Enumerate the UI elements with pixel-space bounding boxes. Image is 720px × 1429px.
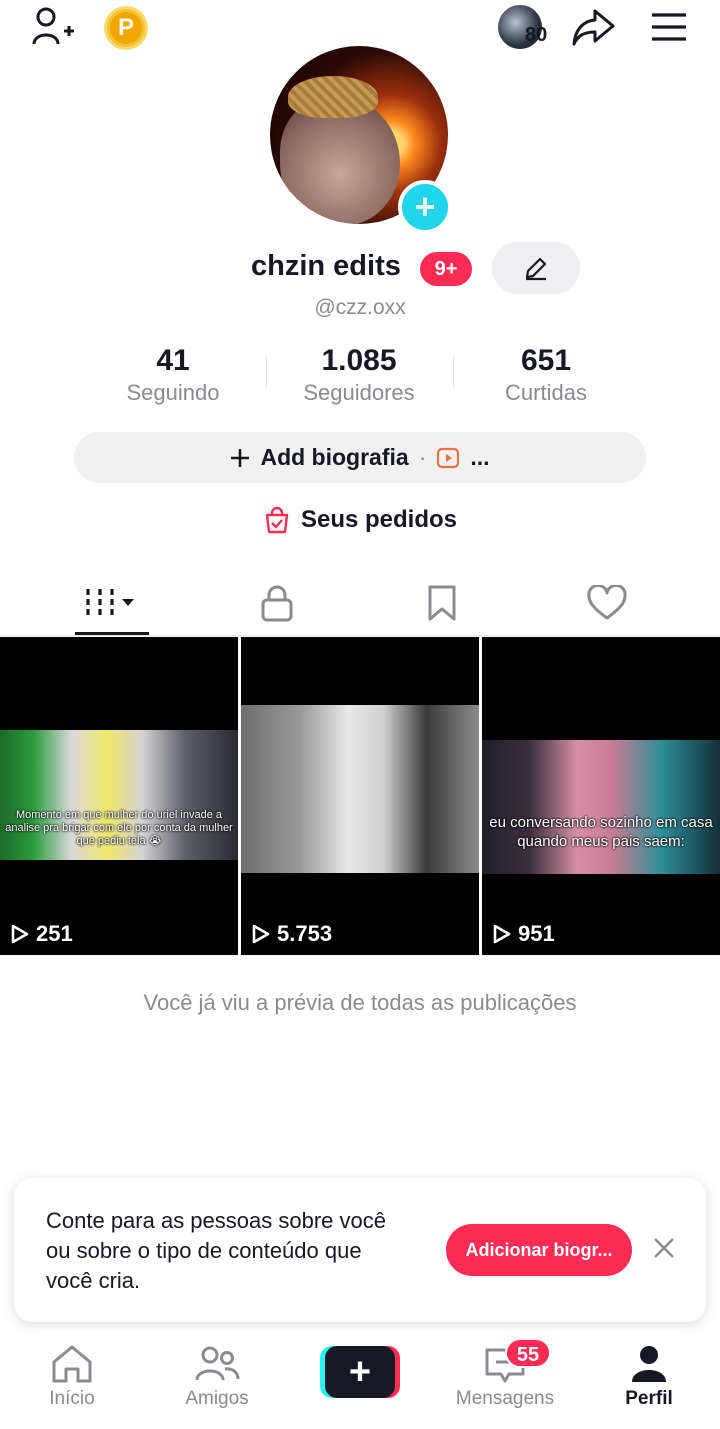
bio-suggestion-toast: Conte para as pessoas sobre você ou sobr… [14, 1178, 706, 1322]
profile-handle: @czz.oxx [314, 296, 406, 319]
play-icon [11, 924, 29, 944]
nav-label: Início [49, 1388, 95, 1409]
view-count: 251 [10, 921, 73, 947]
stat-value: 1.085 [321, 344, 397, 377]
close-icon[interactable] [650, 1234, 678, 1262]
orders-label: Seus pedidos [300, 506, 458, 533]
stat-label: Curtidas [505, 380, 587, 405]
friends-icon [195, 1346, 240, 1381]
video-thumbnail[interactable]: 5.753 [241, 637, 479, 955]
video-caption: eu conversando sozinho em casa quando me… [489, 814, 713, 850]
profile-icon [632, 1346, 666, 1382]
content-tabs [0, 570, 720, 636]
stat-label: Seguidores [303, 380, 415, 405]
tab-liked[interactable] [547, 570, 667, 636]
video-icon [437, 447, 460, 468]
create-button[interactable]: + [320, 1346, 400, 1398]
add-bio-toast-button[interactable]: Adicionar biogr... [446, 1224, 632, 1276]
nav-label: Mensagens [455, 1388, 555, 1409]
video-frame [241, 705, 479, 873]
stat-value: 41 [156, 344, 190, 377]
stat-followers[interactable]: 1.085 Seguidores [269, 344, 449, 406]
nav-home[interactable]: Início [12, 1344, 132, 1410]
stat-divider [453, 356, 454, 388]
add-friend-icon[interactable] [30, 6, 76, 46]
nav-friends[interactable]: Amigos [157, 1344, 277, 1410]
grid-icon [86, 589, 134, 617]
shopping-bag-icon [265, 506, 289, 534]
nav-label: Perfil [625, 1388, 673, 1409]
tab-private[interactable] [217, 570, 337, 636]
nav-label: Amigos [185, 1388, 249, 1409]
messages-badge: 55 [505, 1338, 551, 1368]
name-row: chzin edits 9+ [0, 242, 720, 294]
view-count-value: 5.753 [277, 921, 333, 946]
profile-name: chzin edits [251, 250, 401, 282]
orders-link[interactable]: Seus pedidos [0, 506, 720, 534]
more-dots: ... [470, 444, 490, 470]
separator-dot: · [418, 444, 427, 470]
edit-profile-button[interactable] [492, 242, 580, 294]
lock-icon [261, 585, 293, 622]
add-bio-button[interactable]: Add biografia · ... [74, 432, 646, 483]
active-tab-indicator [75, 632, 149, 635]
coin-letter: P [110, 12, 142, 44]
bookmark-icon [428, 585, 456, 621]
bottom-nav: Início Amigos + Mensagens Perfil [0, 1336, 720, 1429]
share-icon[interactable] [570, 6, 616, 48]
notification-badge[interactable]: 9+ [420, 252, 472, 286]
view-count: 5.753 [251, 921, 332, 947]
stat-following[interactable]: 41 Seguindo [83, 344, 263, 406]
plus-icon [231, 448, 250, 467]
video-caption: Momento em que mulher do uriel invade a … [5, 809, 233, 847]
story-count: 80 [525, 24, 548, 46]
avatar-hat [288, 76, 378, 118]
tab-saved[interactable] [382, 570, 502, 636]
toast-text: Conte para as pessoas sobre você ou sobr… [46, 1208, 386, 1293]
home-icon [52, 1345, 92, 1383]
heart-icon [587, 585, 627, 620]
view-count-value: 251 [36, 921, 73, 946]
stat-label: Seguindo [126, 380, 220, 405]
stat-divider [266, 356, 267, 388]
video-thumbnail[interactable]: Momento em que mulher do uriel invade a … [0, 637, 238, 955]
video-thumbnail[interactable]: eu conversando sozinho em casa quando me… [482, 637, 720, 955]
stat-likes[interactable]: 651 Curtidas [456, 344, 636, 406]
play-icon [252, 924, 270, 944]
video-grid: Momento em que mulher do uriel invade a … [0, 637, 720, 955]
play-icon [493, 924, 511, 944]
tab-videos[interactable] [52, 570, 172, 636]
add-bio-label: Add biografia [260, 444, 409, 470]
coin-icon[interactable]: P [104, 6, 148, 50]
create-plus-icon: + [325, 1346, 395, 1398]
menu-icon[interactable] [648, 8, 690, 46]
view-count: 951 [492, 921, 555, 947]
end-of-feed-message: Você já viu a prévia de todas as publica… [143, 990, 577, 1015]
stat-value: 651 [520, 344, 572, 377]
view-count-value: 951 [518, 921, 555, 946]
video-frame [482, 740, 720, 874]
nav-profile[interactable]: Perfil [589, 1344, 709, 1410]
pencil-icon [525, 257, 547, 281]
add-avatar-plus-icon[interactable]: + [398, 180, 452, 234]
